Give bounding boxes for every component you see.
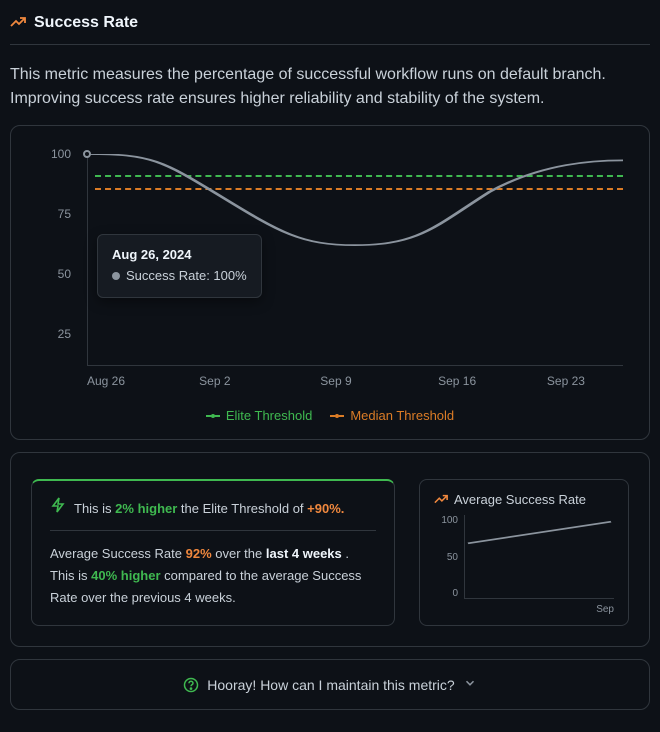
plot-area: Aug 26, 2024 Success Rate: 100% bbox=[87, 154, 623, 366]
x-tick: Sep 2 bbox=[199, 374, 230, 394]
series-dot-icon bbox=[112, 272, 120, 280]
mini-plot bbox=[464, 515, 614, 599]
mini-series bbox=[465, 515, 614, 598]
mini-x-label: Sep bbox=[596, 604, 614, 615]
summary-text-panel: This is 2% higher the Elite Threshold of… bbox=[31, 479, 395, 626]
main-chart[interactable]: 100 75 50 25 Aug 26, 2024 Success Rate: … bbox=[31, 154, 629, 394]
y-tick: 50 bbox=[31, 267, 71, 281]
x-tick: Sep 23 bbox=[547, 374, 585, 394]
x-tick: Sep 9 bbox=[320, 374, 351, 394]
mini-y-ticks: 100 50 0 bbox=[434, 515, 458, 599]
legend-elite[interactable]: Elite Threshold bbox=[206, 408, 312, 423]
y-tick: 75 bbox=[31, 207, 71, 221]
y-tick: 100 bbox=[31, 147, 71, 161]
chart-legend: Elite Threshold Median Threshold bbox=[31, 394, 629, 423]
section-header: Success Rate bbox=[10, 10, 650, 45]
x-axis-ticks: Aug 26 Sep 2 Sep 9 Sep 16 Sep 23 bbox=[87, 374, 623, 394]
legend-median[interactable]: Median Threshold bbox=[330, 408, 454, 423]
summary-line-2: Average Success Rate 92% over the last 4… bbox=[50, 543, 376, 609]
metric-description: This metric measures the percentage of s… bbox=[10, 45, 650, 125]
bolt-icon bbox=[50, 497, 66, 520]
summary-card: This is 2% higher the Elite Threshold of… bbox=[10, 452, 650, 647]
mini-chart: 100 50 0 Sep bbox=[434, 515, 614, 613]
x-tick: Sep 16 bbox=[438, 374, 476, 394]
page-title: Success Rate bbox=[34, 14, 138, 32]
maintain-label: Hooray! How can I maintain this metric? bbox=[207, 677, 454, 693]
maintain-metric-button[interactable]: Hooray! How can I maintain this metric? bbox=[10, 659, 650, 710]
tooltip-date: Aug 26, 2024 bbox=[112, 245, 247, 266]
summary-line-1: This is 2% higher the Elite Threshold of… bbox=[50, 497, 376, 531]
average-panel-header: Average Success Rate bbox=[434, 492, 614, 507]
question-circle-icon bbox=[183, 677, 199, 693]
average-panel: Average Success Rate 100 50 0 Sep bbox=[419, 479, 629, 626]
trend-up-icon bbox=[10, 15, 26, 31]
data-point[interactable] bbox=[83, 150, 91, 158]
median-dash-icon bbox=[330, 415, 344, 417]
x-tick: Aug 26 bbox=[87, 374, 125, 394]
chart-card: 100 75 50 25 Aug 26, 2024 Success Rate: … bbox=[10, 125, 650, 440]
y-tick: 25 bbox=[31, 327, 71, 341]
chart-tooltip: Aug 26, 2024 Success Rate: 100% bbox=[97, 234, 262, 298]
trend-up-icon bbox=[434, 493, 448, 507]
tooltip-value: Success Rate: 100% bbox=[112, 266, 247, 287]
elite-dash-icon bbox=[206, 415, 220, 417]
